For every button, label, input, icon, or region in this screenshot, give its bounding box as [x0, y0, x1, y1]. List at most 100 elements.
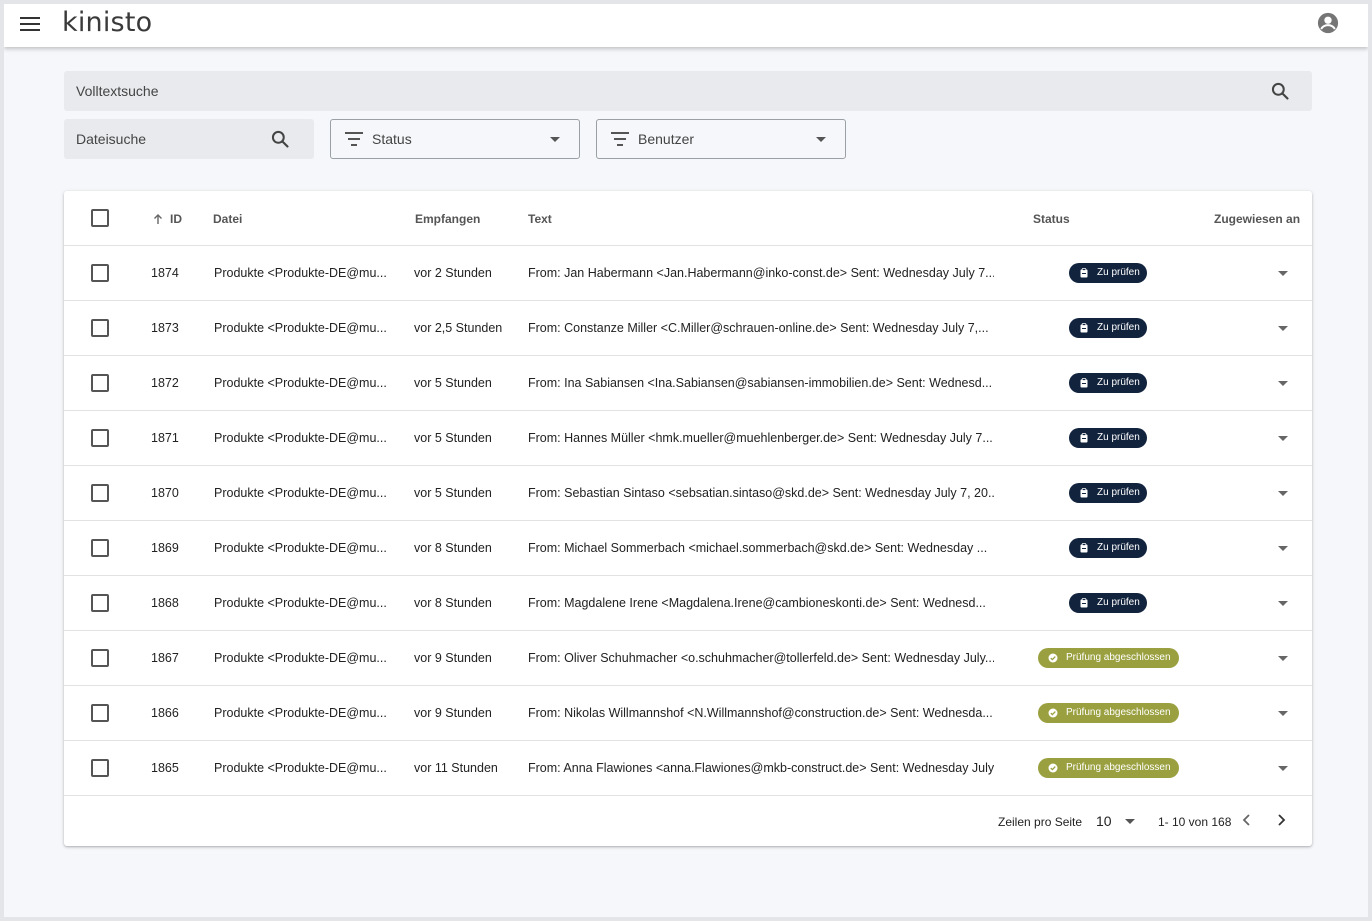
row-received: vor 2,5 Stunden: [414, 321, 503, 335]
row-file[interactable]: Produkte <Produkte-DE@mu...: [214, 376, 386, 390]
check-circle-icon: [1048, 763, 1058, 773]
row-received: vor 9 Stunden: [414, 651, 492, 665]
file-search-input[interactable]: Dateisuche: [64, 119, 314, 159]
row-id: 1873: [151, 321, 179, 335]
assign-dropdown-icon[interactable]: [1278, 326, 1288, 331]
row-received: vor 5 Stunden: [414, 486, 492, 500]
status-filter-select[interactable]: Status: [330, 119, 580, 159]
assign-dropdown-icon[interactable]: [1278, 546, 1288, 551]
table-row[interactable]: 1873 Produkte <Produkte-DE@mu... vor 2,5 S…: [64, 301, 1312, 356]
row-received: vor 2 Stunden: [414, 266, 492, 280]
clipboard-icon: [1080, 323, 1088, 333]
search-icon[interactable]: [270, 129, 290, 149]
table-row[interactable]: 1865 Produkte <Produkte-DE@mu... vor 11 St…: [64, 741, 1312, 796]
status-badge-label: Zu prüfen: [1097, 377, 1140, 388]
row-file[interactable]: Produkte <Produkte-DE@mu...: [214, 266, 386, 280]
row-received: vor 5 Stunden: [414, 376, 492, 390]
column-header-file[interactable]: Datei: [213, 212, 242, 226]
row-received: vor 8 Stunden: [414, 596, 492, 610]
assign-dropdown-icon[interactable]: [1278, 436, 1288, 441]
app-frame: kinisto Volltextsuche Dateisuche Status: [4, 4, 1368, 917]
clipboard-icon: [1080, 433, 1088, 443]
row-file[interactable]: Produkte <Produkte-DE@mu...: [214, 486, 386, 500]
table-row[interactable]: 1871 Produkte <Produkte-DE@mu... vor 5 Stu…: [64, 411, 1312, 466]
column-header-id[interactable]: ID: [170, 212, 182, 226]
assign-dropdown-icon[interactable]: [1278, 601, 1288, 606]
fulltext-search-input[interactable]: Volltextsuche: [64, 71, 1312, 111]
row-checkbox[interactable]: [91, 759, 109, 777]
assign-dropdown-icon[interactable]: [1278, 381, 1288, 386]
row-checkbox[interactable]: [91, 264, 109, 282]
row-text: From: Oliver Schuhmacher <o.schuhmacher@…: [528, 651, 994, 665]
row-text: From: Constanze Miller <C.Miller@schraue…: [528, 321, 989, 335]
status-badge: Zu prüfen: [1069, 263, 1147, 283]
row-text: From: Jan Habermann <Jan.Habermann@inko-…: [528, 266, 994, 280]
table-row[interactable]: 1869 Produkte <Produkte-DE@mu... vor 8 Stu…: [64, 521, 1312, 576]
row-file[interactable]: Produkte <Produkte-DE@mu...: [214, 651, 386, 665]
row-file[interactable]: Produkte <Produkte-DE@mu...: [214, 321, 386, 335]
pagination-range: 1- 10 von 168: [1158, 815, 1232, 829]
row-id: 1868: [151, 596, 179, 610]
row-id: 1865: [151, 761, 179, 775]
row-checkbox[interactable]: [91, 374, 109, 392]
clipboard-icon: [1080, 378, 1088, 388]
user-filter-select[interactable]: Benutzer: [596, 119, 846, 159]
column-header-text[interactable]: Text: [528, 212, 552, 226]
row-file[interactable]: Produkte <Produkte-DE@mu...: [214, 761, 386, 775]
rows-per-page-select[interactable]: 10: [1096, 813, 1112, 829]
assign-dropdown-icon[interactable]: [1278, 656, 1288, 661]
chevron-left-icon[interactable]: [1239, 812, 1255, 828]
row-id: 1871: [151, 431, 179, 445]
row-text: From: Sebastian Sintaso <sebsatian.sinta…: [528, 486, 994, 500]
filter-icon: [611, 132, 629, 146]
status-badge-label: Prüfung abgeschlossen: [1066, 762, 1171, 773]
status-badge: Prüfung abgeschlossen: [1038, 648, 1179, 668]
status-badge: Zu prüfen: [1069, 373, 1147, 393]
row-checkbox[interactable]: [91, 594, 109, 612]
select-all-checkbox[interactable]: [91, 209, 109, 227]
row-checkbox[interactable]: [91, 704, 109, 722]
row-text: From: Ina Sabiansen <Ina.Sabiansen@sabia…: [528, 376, 993, 390]
row-file[interactable]: Produkte <Produkte-DE@mu...: [214, 431, 386, 445]
menu-icon[interactable]: [20, 16, 40, 32]
row-file[interactable]: Produkte <Produkte-DE@mu...: [214, 706, 386, 720]
column-header-received[interactable]: Empfangen: [415, 212, 480, 226]
filter-icon: [345, 132, 363, 146]
chevron-down-icon[interactable]: [1125, 819, 1135, 824]
row-checkbox[interactable]: [91, 319, 109, 337]
row-checkbox[interactable]: [91, 649, 109, 667]
status-badge-label: Zu prüfen: [1097, 322, 1140, 333]
table-row[interactable]: 1866 Produkte <Produkte-DE@mu... vor 9 Stu…: [64, 686, 1312, 741]
top-bar: kinisto: [4, 4, 1368, 47]
table-row[interactable]: 1867 Produkte <Produkte-DE@mu... vor 9 Stu…: [64, 631, 1312, 686]
app-logo: kinisto: [62, 7, 153, 38]
status-badge-label: Zu prüfen: [1097, 267, 1140, 278]
account-circle-icon[interactable]: [1317, 12, 1339, 34]
column-header-assigned[interactable]: Zugewiesen an: [1214, 212, 1300, 226]
row-checkbox[interactable]: [91, 484, 109, 502]
table-row[interactable]: 1868 Produkte <Produkte-DE@mu... vor 8 Stu…: [64, 576, 1312, 631]
assign-dropdown-icon[interactable]: [1278, 766, 1288, 771]
row-file[interactable]: Produkte <Produkte-DE@mu...: [214, 596, 386, 610]
arrow-up-icon[interactable]: [152, 213, 164, 225]
row-id: 1866: [151, 706, 179, 720]
row-checkbox[interactable]: [91, 429, 109, 447]
column-header-status[interactable]: Status: [1033, 212, 1070, 226]
assign-dropdown-icon[interactable]: [1278, 711, 1288, 716]
status-badge: Prüfung abgeschlossen: [1038, 703, 1179, 723]
chevron-right-icon[interactable]: [1273, 812, 1289, 828]
table-row[interactable]: 1874 Produkte <Produkte-DE@mu... vor 2 Stu…: [64, 246, 1312, 301]
status-badge-label: Zu prüfen: [1097, 597, 1140, 608]
status-badge-label: Prüfung abgeschlossen: [1066, 707, 1171, 718]
table-row[interactable]: 1872 Produkte <Produkte-DE@mu... vor 5 Stu…: [64, 356, 1312, 411]
file-search-placeholder: Dateisuche: [76, 131, 147, 147]
row-checkbox[interactable]: [91, 539, 109, 557]
row-file[interactable]: Produkte <Produkte-DE@mu...: [214, 541, 386, 555]
row-text: From: Magdalene Irene <Magdalena.Irene@c…: [528, 596, 986, 610]
clipboard-icon: [1080, 268, 1088, 278]
table-row[interactable]: 1870 Produkte <Produkte-DE@mu... vor 5 Stu…: [64, 466, 1312, 521]
table-header: ID Datei Empfangen Text Status Zugewiese…: [64, 191, 1312, 246]
assign-dropdown-icon[interactable]: [1278, 271, 1288, 276]
search-icon[interactable]: [1270, 81, 1290, 101]
assign-dropdown-icon[interactable]: [1278, 491, 1288, 496]
